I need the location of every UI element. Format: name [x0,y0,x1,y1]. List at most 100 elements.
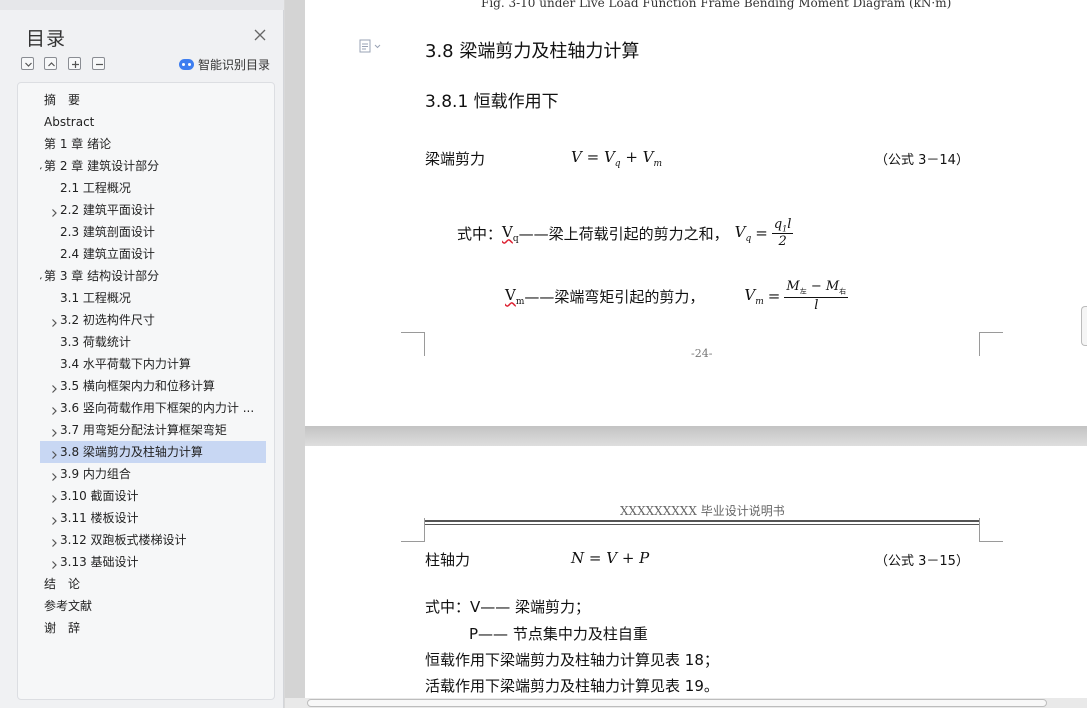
paragraph-menu-icon[interactable] [359,38,383,57]
chevron-right-icon[interactable] [48,402,60,415]
toc-item-label: 3.12 双跑板式楼梯设计 [60,533,187,547]
toc-item[interactable]: 3.3 荷载统计 [40,331,266,353]
subsection-heading-3-8-1: 3.8.1 恒载作用下 [425,92,559,112]
smart-identify-label: 智能识别目录 [198,57,271,72]
page-number: -24- [691,347,713,360]
toc-item-label: 第 3 章 结构设计部分 [44,269,160,283]
ai-assistant-icon [179,58,194,70]
toc-item[interactable]: 3.7 用弯矩分配法计算框架弯矩 [40,419,266,441]
toc-item-label: 谢 辞 [44,621,81,635]
formula-3-15: N = V + P [571,549,650,567]
toc-item[interactable]: 3.5 横向框架内力和位移计算 [40,375,266,397]
toc-item[interactable]: Abstract [40,111,266,133]
toc-item-label: 2.4 建筑立面设计 [60,247,155,261]
chevron-right-icon[interactable] [48,204,60,217]
side-panel-handle[interactable] [1081,306,1087,346]
toc-item-label: Abstract [44,115,95,129]
chevron-right-icon[interactable] [48,534,60,547]
toc-list: 摘 要 Abstract 第 1 章 绪论第 2 章 建筑设计部分 2.1 工程概况 2… [17,82,275,700]
toc-item-label: 3.6 竖向荷载作用下框架的内力计 ... [60,401,255,415]
horizontal-scrollbar[interactable] [285,698,1087,708]
expand-all-icon[interactable] [44,57,57,70]
shear-label: 梁端剪力 [425,150,486,168]
chevron-right-icon[interactable] [48,380,60,393]
toc-item[interactable]: 谢 辞 [40,617,266,639]
header-rule-thin [425,524,979,525]
collapse-all-icon[interactable] [21,57,34,70]
toc-item-label: 第 1 章 绪论 [44,137,112,151]
document-page-24[interactable]: Fig. 3-10 under Live Load Function Frame… [305,0,1087,426]
toc-item[interactable]: 2.1 工程概况 [40,177,266,199]
crop-mark [401,518,425,542]
toc-item[interactable]: 第 1 章 绪论 [40,133,266,155]
chevron-right-icon[interactable] [48,490,60,503]
formula-number-3-14: （公式 3－14） [875,153,969,168]
toc-item[interactable]: 2.2 建筑平面设计 [40,199,266,221]
toc-item[interactable]: 3.12 双跑板式楼梯设计 [40,529,266,551]
toc-item-label: 2.2 建筑平面设计 [60,203,155,217]
toc-item[interactable]: 2.3 建筑剖面设计 [40,221,266,243]
toc-item[interactable]: 摘 要 [40,89,266,111]
chevron-right-icon[interactable] [48,556,60,569]
crop-mark [979,518,1003,542]
vm-definition: Vm ——梁端弯矩引起的剪力， Vm = M左 − M右 l [505,279,849,313]
toc-item-label: 3.1 工程概况 [60,291,131,305]
where-v-line: 式中：V—— 梁端剪力； [425,598,591,616]
smart-identify-toc-button[interactable]: 智能识别目录 [179,55,270,73]
toc-item[interactable]: 3.8 梁端剪力及柱轴力计算 [40,441,266,463]
vq-definition: 式中： Vq ——梁上荷载引起的剪力之和， Vq = q1l 2 [457,216,794,250]
toc-item[interactable]: 3.10 截面设计 [40,485,266,507]
toc-item[interactable]: 2.4 建筑立面设计 [40,243,266,265]
toc-item-label: 3.13 基础设计 [60,555,139,569]
toc-item-label: 摘 要 [44,93,81,107]
toc-item[interactable]: 参考文献 [40,595,266,617]
toc-item[interactable]: 3.9 内力组合 [40,463,266,485]
formula-3-14: V = Vq + Vm [571,148,663,169]
sidebar-title: 目录 [26,28,67,50]
remove-level-icon[interactable] [92,57,105,70]
close-icon[interactable] [252,27,268,43]
scrollbar-thumb[interactable] [307,699,1047,707]
formula-number-3-15: （公式 3－15） [875,554,969,569]
toc-item[interactable]: 第 2 章 建筑设计部分 [40,155,266,177]
add-level-icon[interactable] [68,57,81,70]
crop-mark [979,332,1003,356]
toc-item-label: 3.7 用弯矩分配法计算框架弯矩 [60,423,227,437]
chevron-right-icon[interactable] [48,314,60,327]
toc-item-label: 3.11 楼板设计 [60,511,139,525]
toc-item[interactable]: 3.11 楼板设计 [40,507,266,529]
toc-item[interactable]: 3.4 水平荷载下内力计算 [40,353,266,375]
document-page-25[interactable]: XXXXXXXXX 毕业设计说明书 柱轴力 N = V + P （公式 3－15… [305,446,1087,708]
toc-item[interactable]: 3.2 初选构件尺寸 [40,309,266,331]
chevron-right-icon[interactable] [48,424,60,437]
toc-sidebar: 目录 智能识别目录 摘 要 Abstract 第 1 章 绪论第 2 章 建筑设计部… [0,0,284,708]
chevron-right-icon[interactable] [48,446,60,459]
crop-mark [401,332,425,356]
toc-item[interactable]: 3.13 基础设计 [40,551,266,573]
toc-item-label: 3.9 内力组合 [60,467,131,481]
toc-item-label: 3.4 水平荷载下内力计算 [60,357,191,371]
toc-item-label: 2.1 工程概况 [60,181,131,195]
toc-item-label: 参考文献 [44,599,93,613]
toc-item-label: 3.3 荷载统计 [60,335,131,349]
figure-caption-cut: Fig. 3-10 under Live Load Function Frame… [481,0,952,10]
toc-item-label: 2.3 建筑剖面设计 [60,225,155,239]
toc-item[interactable]: 3.1 工程概况 [40,287,266,309]
axial-force-label: 柱轴力 [425,551,471,569]
toc-item-label: 3.10 截面设计 [60,489,139,503]
body-line-table18: 恒载作用下梁端剪力及柱轴力计算见表 18； [425,651,719,669]
toc-item-label: 第 2 章 建筑设计部分 [44,159,160,173]
toc-item[interactable]: 结 论 [40,573,266,595]
header-rule-thick [425,520,979,522]
chevron-right-icon[interactable] [48,512,60,525]
chevron-right-icon[interactable] [48,468,60,481]
document-canvas[interactable]: Fig. 3-10 under Live Load Function Frame… [285,0,1087,708]
page-header-text: XXXXXXXXX 毕业设计说明书 [620,504,785,518]
toc-item[interactable]: 3.6 竖向荷载作用下框架的内力计 ... [40,397,266,419]
sidebar-top-strip [0,0,284,10]
body-line-table19: 活载作用下梁端剪力及柱轴力计算见表 19。 [425,677,719,695]
toc-item-label: 3.5 横向框架内力和位移计算 [60,379,215,393]
page-gap [305,426,1087,446]
toc-item-label: 3.2 初选构件尺寸 [60,313,155,327]
toc-item[interactable]: 第 3 章 结构设计部分 [40,265,266,287]
